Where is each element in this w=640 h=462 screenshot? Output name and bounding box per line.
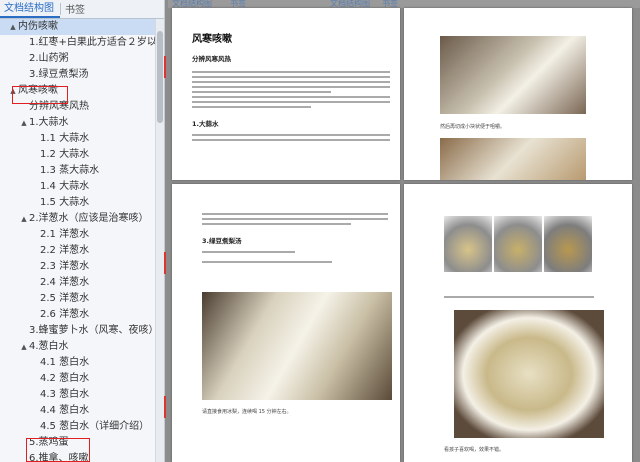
outline-item-label: 2.6 洋葱水 xyxy=(40,309,90,320)
outline-item[interactable]: 2.4 洋葱水 xyxy=(0,275,156,291)
highlight-box-massage xyxy=(26,438,90,462)
outline-item-label: 4.5 葱白水（详细介绍） xyxy=(40,421,150,432)
section-heading: 分辨风寒风热 xyxy=(192,55,231,63)
outline-item[interactable]: ▲ 1.大蒜水 xyxy=(0,115,156,131)
outline-item[interactable]: 2.3 洋葱水 xyxy=(0,259,156,275)
vertical-scrollbar[interactable] xyxy=(155,19,164,462)
outline-item-label: 1.4 大蒜水 xyxy=(40,181,90,192)
page-1[interactable]: 风寒咳嗽 分辨风寒风热 1.大蒜水 xyxy=(172,8,400,180)
outline-item-label: 4.葱白水 xyxy=(29,341,69,352)
outline-item-label: 2.山药粥 xyxy=(29,53,69,64)
doc-header-strip: 文档结构图 书签 文档结构图 书签 xyxy=(168,0,640,8)
page-title: 风寒咳嗽 xyxy=(192,34,232,45)
outline-item[interactable]: 2.山药粥 xyxy=(0,51,156,67)
outline-item[interactable]: 1.3 蒸大蒜水 xyxy=(0,163,156,179)
photo-soup-bowl xyxy=(454,310,604,438)
outline-item-label: 3.蜂蜜萝卜水（风寒、夜咳） xyxy=(29,325,156,336)
photo-pot-2 xyxy=(494,216,542,272)
expand-arrow-icon[interactable]: ▲ xyxy=(8,19,18,35)
outline-item-label: 1.红枣+白果此方适合２岁以上 xyxy=(29,37,156,48)
outline-item[interactable]: 4.2 葱白水 xyxy=(0,371,156,387)
outline-item[interactable]: 4.4 葱白水 xyxy=(0,403,156,419)
outline-item[interactable]: 4.5 葱白水（详细介绍） xyxy=(0,419,156,435)
outline-item-label: 2.洋葱水（应该是治寒咳） xyxy=(29,213,149,224)
outline-item[interactable]: 4.3 葱白水 xyxy=(0,387,156,403)
photo-pot-1 xyxy=(444,216,492,272)
outline-item[interactable]: 2.1 洋葱水 xyxy=(0,227,156,243)
outline-item[interactable]: 1.1 大蒜水 xyxy=(0,131,156,147)
page-edge-marker xyxy=(164,56,166,78)
outline-item[interactable]: 2.6 洋葱水 xyxy=(0,307,156,323)
outline-item-label: 4.4 葱白水 xyxy=(40,405,90,416)
image-caption: 看孩子喜欢喝，效果不错。 xyxy=(444,447,505,453)
outline-item[interactable]: ▲ 4.葱白水 xyxy=(0,339,156,355)
tab-bookmarks[interactable]: 书签 xyxy=(61,1,91,18)
document-area: 文档结构图 书签 文档结构图 书签 风寒咳嗽 分辨风寒风热 1.大蒜水 然后再切… xyxy=(168,0,640,462)
page-edge-marker xyxy=(164,396,166,418)
expand-arrow-icon[interactable]: ▲ xyxy=(19,211,29,227)
outline-item-label: 1.3 蒸大蒜水 xyxy=(40,165,100,176)
section-heading: 3.绿豆煮梨汤 xyxy=(202,237,242,245)
outline-item-label: 1.1 大蒜水 xyxy=(40,133,90,144)
outline-item-label: 2.1 洋葱水 xyxy=(40,229,90,240)
document-map-pane: 文档结构图 书签 ▲ 内伤咳嗽 1.红枣+白果此方适合２岁以上 2.山药粥 3.绿豆煮梨… xyxy=(0,0,165,462)
outline-item-label: 2.5 洋葱水 xyxy=(40,293,90,304)
outline-item-label: 4.1 葱白水 xyxy=(40,357,90,368)
outline-item-label: 内伤咳嗽 xyxy=(18,21,58,32)
image-caption: 然后再切成小块状便于咀嚼。 xyxy=(440,124,506,130)
page-3[interactable]: 3.绿豆煮梨汤 请直接食用冰梨，连续喝 15 分钟左右。 xyxy=(172,184,400,462)
page-2[interactable]: 然后再切成小块状便于咀嚼。 xyxy=(404,8,632,180)
outline-item-label: 4.3 葱白水 xyxy=(40,389,90,400)
photo-sliced-pear xyxy=(202,292,392,400)
outline-item[interactable]: ▲ 内伤咳嗽 xyxy=(0,19,156,35)
outline-item-label: 1.大蒜水 xyxy=(29,117,69,128)
outline-item-label: 2.3 洋葱水 xyxy=(40,261,90,272)
page-edge-marker xyxy=(164,252,166,274)
outline-item-label: 1.5 大蒜水 xyxy=(40,197,90,208)
tab-document-map[interactable]: 文档结构图 xyxy=(0,0,60,18)
scrollbar-thumb[interactable] xyxy=(157,31,163,123)
expand-arrow-icon[interactable]: ▲ xyxy=(19,115,29,131)
outline-item[interactable]: 3.蜂蜜萝卜水（风寒、夜咳） xyxy=(0,323,156,339)
outline-item[interactable]: 1.5 大蒜水 xyxy=(0,195,156,211)
expand-arrow-icon[interactable]: ▲ xyxy=(19,339,29,355)
image-caption: 请直接食用冰梨，连续喝 15 分钟左右。 xyxy=(202,409,292,415)
outline-item[interactable]: 1.4 大蒜水 xyxy=(0,179,156,195)
section-heading: 1.大蒜水 xyxy=(192,120,219,128)
nav-tabbar: 文档结构图 书签 xyxy=(0,0,164,19)
photo-pot-3 xyxy=(544,216,592,272)
highlight-box-cold-cough xyxy=(12,86,68,104)
outline-item[interactable]: 2.5 洋葱水 xyxy=(0,291,156,307)
outline-item-label: 1.2 大蒜水 xyxy=(40,149,90,160)
outline-item[interactable]: ▲ 2.洋葱水（应该是治寒咳） xyxy=(0,211,156,227)
photo-pear-slices xyxy=(440,36,586,114)
outline-item[interactable]: 1.红枣+白果此方适合２岁以上 xyxy=(0,35,156,51)
photo-pear-dish xyxy=(440,138,586,180)
outline-item[interactable]: 3.绿豆煮梨汤 xyxy=(0,67,156,83)
page-4[interactable]: 看孩子喜欢喝，效果不错。 xyxy=(404,184,632,462)
outline-item-label: 2.2 洋葱水 xyxy=(40,245,90,256)
outline-item[interactable]: 4.1 葱白水 xyxy=(0,355,156,371)
outline-item-label: 2.4 洋葱水 xyxy=(40,277,90,288)
outline-item[interactable]: 2.2 洋葱水 xyxy=(0,243,156,259)
outline-item[interactable]: 1.2 大蒜水 xyxy=(0,147,156,163)
outline-item-label: 4.2 葱白水 xyxy=(40,373,90,384)
outline-item-label: 3.绿豆煮梨汤 xyxy=(29,69,89,80)
